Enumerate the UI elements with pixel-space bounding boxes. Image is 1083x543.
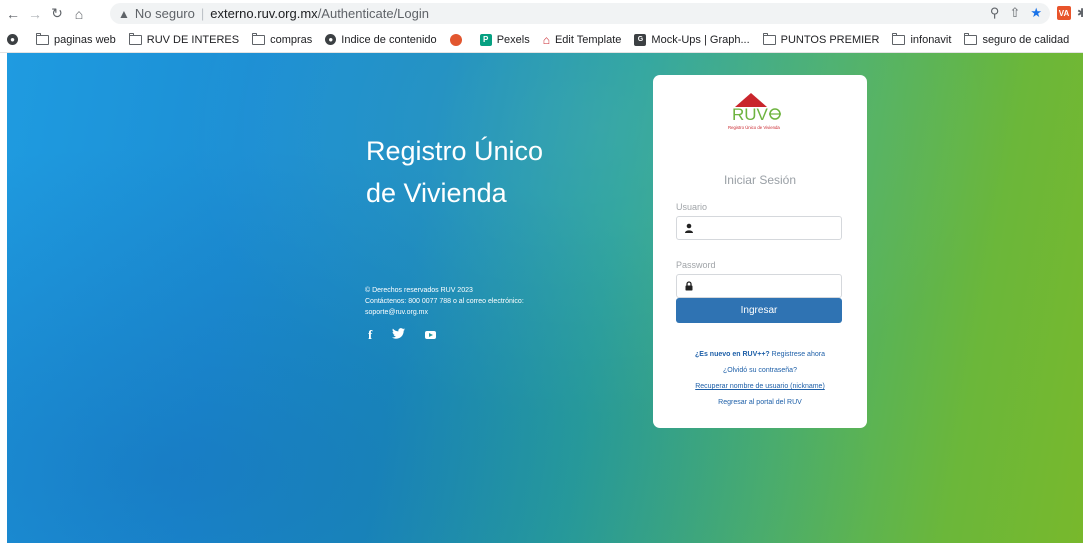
hero-title-line2: de Vivienda — [366, 178, 507, 208]
url-path: /Authenticate/Login — [317, 6, 429, 21]
bookmark-label: RUV DE INTERES — [146, 33, 240, 46]
contact-email: soporte@ruv.org.mx — [365, 309, 428, 316]
back-arrow-icon[interactable]: ← — [2, 3, 24, 25]
bookmark-label: paginas web — [54, 33, 116, 46]
bookmark-item[interactable]: P Pexels — [479, 33, 530, 46]
house-icon: ⌂ — [542, 32, 550, 47]
username-field[interactable] — [676, 216, 842, 240]
bookmark-label: compras — [270, 33, 313, 46]
security-label: No seguro — [134, 6, 195, 21]
bookmark-item[interactable]: ● — [7, 34, 23, 45]
bookmark-item[interactable]: ● Indice de contenido — [325, 33, 437, 46]
globe-icon: ● — [7, 34, 18, 45]
bookmark-label: infonavit — [910, 33, 952, 46]
url-domain: externo.ruv.org.mx — [210, 6, 318, 21]
bookmarks-bar: ● paginas web RUV DE INTERES compras ● I… — [0, 27, 1083, 53]
social-links: f — [368, 327, 437, 343]
bookmark-star-icon[interactable]: ★ — [1030, 5, 1042, 21]
home-icon[interactable]: ⌂ — [68, 3, 90, 25]
share-icon[interactable]: ⇧ — [1009, 5, 1020, 21]
username-label: Usuario — [676, 202, 708, 212]
twitter-icon[interactable] — [392, 328, 406, 342]
folder-icon — [128, 32, 142, 45]
logo-text: RUV — [732, 105, 769, 124]
shield-icon — [449, 33, 462, 46]
facebook-icon[interactable]: f — [368, 327, 372, 343]
bookmark-item[interactable]: ⌂ Edit Template — [543, 33, 622, 47]
bookmark-item[interactable]: seguro de calidad — [964, 32, 1070, 46]
address-bar[interactable]: ▲ No seguro | externo.ruv.org.mx /Authen… — [110, 3, 1050, 24]
recover-username-link[interactable]: Recuperar nombre de usuario (nickname) — [653, 379, 867, 395]
folder-icon — [36, 32, 49, 45]
bookmark-item[interactable]: infonavit — [892, 32, 952, 46]
login-page-background: Registro Único de Vivienda © Derechos re… — [7, 53, 1083, 543]
address-separator: | — [200, 6, 205, 21]
bookmark-label: PUNTOS PREMIER — [780, 33, 880, 46]
ruv-logo: RUV Registro Único de Vivienda — [725, 89, 805, 133]
login-submit-button[interactable]: Ingresar — [676, 298, 842, 323]
folder-icon — [252, 32, 266, 45]
forward-arrow-icon[interactable]: → — [24, 3, 46, 25]
copyright-text: © Derechos reservados RUV 2023 — [365, 287, 473, 294]
bookmark-label: Pexels — [496, 33, 530, 46]
zoom-icon[interactable]: ⚲ — [990, 5, 1000, 21]
contact-text: Contáctenos: 800 0077 788 o al correo el… — [365, 298, 524, 305]
bookmark-item[interactable] — [449, 33, 467, 46]
browser-toolbar: ← → ↻ ⌂ ▲ No seguro | externo.ruv.org.mx… — [0, 0, 1083, 27]
login-links: ¿Es nuevo en RUV++? Registrese ahora ¿Ol… — [653, 347, 867, 411]
register-prefix: ¿Es nuevo en RUV++? — [695, 351, 770, 358]
address-bar-actions: ⚲ ⇧ ★ — [990, 5, 1042, 21]
reload-icon[interactable]: ↻ — [46, 3, 68, 25]
pexels-icon: P — [479, 33, 492, 46]
back-to-portal-link[interactable]: Regresar al portal del RUV — [653, 395, 867, 411]
password-field[interactable] — [676, 274, 842, 298]
globe-icon: ● — [325, 34, 337, 45]
username-input[interactable] — [700, 221, 834, 235]
bookmark-item[interactable]: paginas web — [36, 32, 116, 46]
folder-icon — [964, 32, 978, 45]
register-link-label: Registrese ahora — [771, 351, 825, 358]
footer-info: © Derechos reservados RUV 2023 Contácten… — [365, 285, 625, 318]
warning-icon: ▲ — [118, 6, 130, 21]
bookmark-label: Indice de contenido — [341, 33, 437, 46]
user-icon — [684, 223, 694, 233]
bookmark-label: Edit Template — [554, 33, 622, 46]
logo-tagline: Registro Único de Vivienda — [728, 125, 780, 130]
forgot-password-link[interactable]: ¿Olvidó su contraseña? — [653, 363, 867, 379]
password-label: Password — [676, 260, 716, 270]
lock-icon — [684, 281, 694, 291]
folder-icon — [892, 32, 906, 45]
bookmark-item[interactable]: PUNTOS PREMIER — [762, 32, 880, 46]
hero-title-line1: Registro Único — [366, 136, 544, 166]
hero-title: Registro Único de Vivienda — [366, 130, 626, 214]
extensions-puzzle-icon[interactable]: ✱ — [1077, 6, 1083, 20]
bookmark-label: seguro de calidad — [982, 33, 1070, 46]
bookmark-label: Mock-Ups | Graph... — [651, 33, 750, 46]
extension-icon[interactable]: VA — [1057, 6, 1071, 20]
register-link[interactable]: ¿Es nuevo en RUV++? Registrese ahora — [653, 347, 867, 363]
bookmark-item[interactable]: compras — [252, 32, 313, 46]
folder-icon — [762, 32, 776, 45]
bookmark-item[interactable]: RUV DE INTERES — [128, 32, 240, 46]
mockup-icon: G — [634, 33, 647, 46]
bookmark-item[interactable]: G Mock-Ups | Graph... — [634, 33, 750, 46]
password-input[interactable] — [700, 279, 834, 293]
login-card: RUV Registro Único de Vivienda Iniciar S… — [653, 75, 867, 428]
youtube-icon[interactable] — [425, 331, 437, 339]
login-title: Iniciar Sesión — [723, 173, 797, 187]
